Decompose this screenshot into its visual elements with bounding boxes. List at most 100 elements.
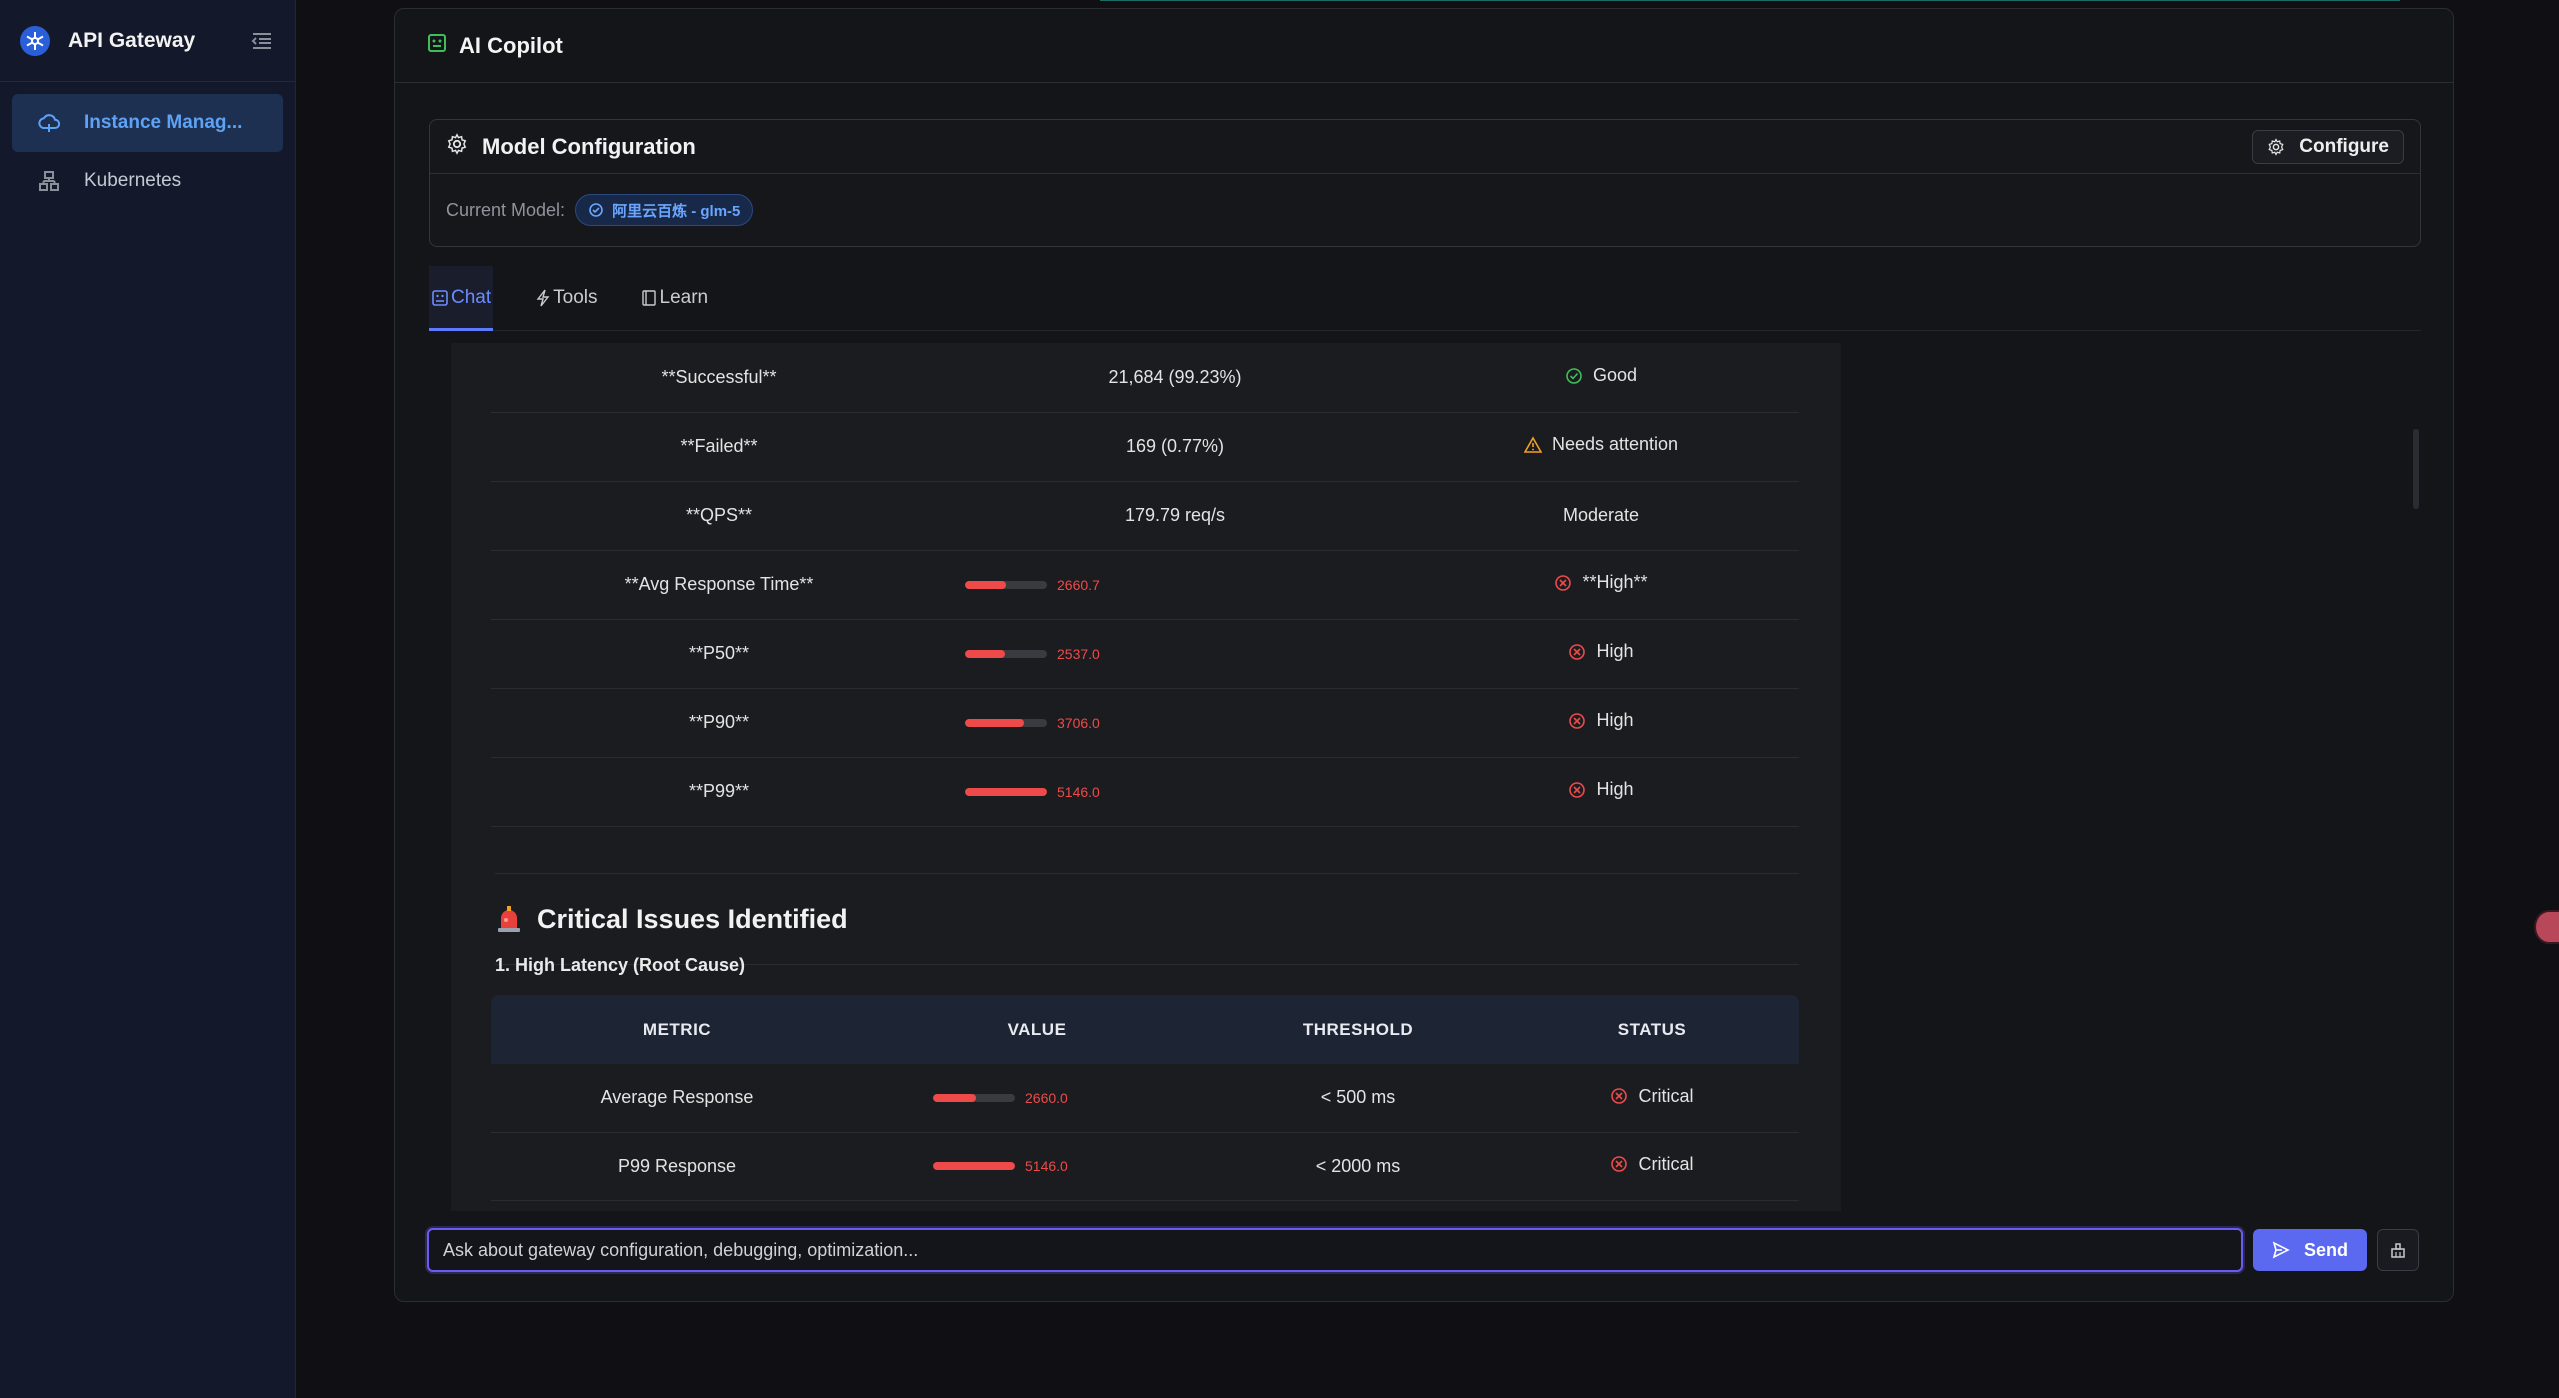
status-label: Critical (1638, 1153, 1694, 1174)
metric-cell: **P99** (491, 757, 947, 827)
gear-icon (2268, 137, 2284, 156)
table-row: **P90** 3706.0 High (491, 688, 1799, 758)
tab-tools[interactable]: Tools (535, 266, 598, 330)
column-header-threshold: THRESHOLD (1211, 995, 1505, 1064)
value-bar-label: 2660.7 (1057, 576, 1100, 593)
value-bar-label: 5146.0 (1025, 1158, 1068, 1174)
x-circle-icon (1569, 643, 1586, 660)
value-cell: 5146.0 (947, 757, 1403, 827)
floating-assistant-button[interactable] (2534, 910, 2559, 944)
status-label: Critical (1638, 1085, 1694, 1106)
configure-button-label: Configure (2299, 135, 2389, 157)
status-label: High (1596, 710, 1634, 731)
configure-button[interactable]: Configure (2252, 129, 2404, 164)
broom-icon (2391, 1243, 2405, 1258)
table-row: **QPS** 179.79 req/s Moderate (491, 481, 1799, 551)
panel-title: AI Copilot (459, 32, 563, 58)
cloud-icon (36, 110, 62, 136)
panel-header: AI Copilot (395, 9, 2453, 83)
table-row: P99 Response 5146.0 < 2000 ms Critical (491, 1132, 1799, 1201)
value-cell: 2537.0 (947, 619, 1403, 689)
value-cell: 2660.7 (947, 550, 1403, 620)
model-configuration-card: Model Configuration Configure Current Mo… (429, 119, 2421, 247)
critical-issues-heading: Critical Issues Identified (495, 873, 1799, 965)
status-label: High (1596, 779, 1634, 800)
value-cell: 2660.0 (863, 1064, 1211, 1133)
warning-icon (1523, 436, 1542, 453)
status-cell: High (1403, 619, 1799, 689)
status-cell: Critical (1505, 1132, 1799, 1201)
table-row: **Failed** 169 (0.77%) Needs attention (491, 412, 1799, 482)
status-cell: Needs attention (1403, 412, 1799, 482)
value-bar-fill (965, 787, 1047, 796)
x-circle-icon (1611, 1088, 1628, 1104)
chat-scrollbar[interactable] (2413, 429, 2419, 509)
value-bar (965, 787, 1047, 796)
current-model-tag: 阿里云百炼 - glm-5 (575, 194, 754, 226)
value-bar-label: 2537.0 (1057, 645, 1100, 662)
tab-chat[interactable]: Chat (429, 266, 494, 331)
sidebar-item-label: Kubernetes (84, 170, 182, 191)
sidebar-header: API Gateway (0, 0, 295, 82)
x-circle-icon (1555, 574, 1572, 591)
table-row: Average Response 2660.0 < 500 ms Critical (491, 1064, 1799, 1133)
tab-label: Chat (451, 287, 492, 308)
metric-cell: **Avg Response Time** (491, 550, 947, 620)
status-label: Moderate (1562, 505, 1640, 525)
table-row: **P99** 5146.0 High (491, 757, 1799, 827)
status-cell: High (1403, 757, 1799, 827)
sidebar-item-instance-management[interactable]: Instance Manag... (12, 94, 283, 152)
tab-label: Tools (553, 287, 598, 308)
check-circle-icon (589, 203, 603, 217)
clear-chat-button[interactable] (2377, 1229, 2419, 1271)
metric-cell: Average Response (491, 1064, 863, 1133)
send-button[interactable]: Send (2253, 1229, 2367, 1271)
status-cell: Moderate (1403, 481, 1799, 551)
column-header-metric: METRIC (491, 995, 863, 1064)
value-bar-fill (965, 580, 1006, 589)
book-icon (641, 290, 656, 306)
x-circle-icon (1569, 712, 1586, 729)
value-bar (965, 718, 1047, 727)
value-bar-label: 3706.0 (1057, 714, 1100, 731)
threshold-cell: < 500 ms (1211, 1064, 1505, 1133)
metric-cell: **P90** (491, 688, 947, 758)
x-circle-icon (1611, 1156, 1628, 1173)
critical-issues-title: Critical Issues Identified (537, 903, 848, 934)
value-cell: 179.79 req/s (947, 481, 1403, 551)
latency-table-header-row: METRIC VALUE THRESHOLD STATUS (491, 995, 1799, 1064)
value-bar-fill (965, 649, 1006, 658)
value-bar (965, 580, 1047, 589)
threshold-cell: < 2000 ms (1211, 1132, 1505, 1201)
sidebar-item-kubernetes[interactable]: Kubernetes (12, 152, 283, 210)
current-model-label: Current Model: (446, 199, 566, 220)
value-bar (965, 649, 1047, 658)
table-row: **Avg Response Time** 2660.7 **High** (491, 550, 1799, 620)
status-label: High (1596, 641, 1634, 662)
status-label: Needs attention (1551, 434, 1679, 455)
value-bar-fill (933, 1162, 1015, 1170)
menu-collapse-icon[interactable] (249, 28, 275, 54)
top-accent-line (1100, 0, 2400, 1)
value-cell: 5146.0 (863, 1132, 1211, 1201)
tab-learn[interactable]: Learn (640, 266, 708, 330)
send-icon (2272, 1241, 2290, 1259)
table-row: **Successful** 21,684 (99.23%) Good (491, 343, 1799, 413)
metric-cell: **P50** (491, 619, 947, 689)
latency-table: METRIC VALUE THRESHOLD STATUS Average Re… (491, 995, 1799, 1201)
summary-table: **Successful** 21,684 (99.23%) Good **Faile… (491, 343, 1799, 827)
cluster-icon (36, 168, 62, 194)
model-configuration-title: Model Configuration (482, 133, 696, 159)
model-configuration-header: Model Configuration Configure (430, 120, 2420, 174)
model-configuration-body: Current Model: 阿里云百炼 - glm-5 (430, 174, 2420, 246)
ai-copilot-panel: AI Copilot Model Configuration Configure… (394, 8, 2454, 1302)
value-bar-label: 5146.0 (1057, 783, 1100, 800)
status-label: Good (1592, 365, 1638, 385)
gear-icon (446, 133, 468, 160)
metric-cell: **Successful** (491, 343, 947, 413)
chat-message-area[interactable]: **Successful** 21,684 (99.23%) Good **Faile… (451, 343, 1841, 1211)
metric-cell: **Failed** (491, 412, 947, 482)
robot-icon (432, 290, 448, 306)
app-logo-icon (20, 25, 50, 56)
chat-input[interactable] (427, 1228, 2243, 1272)
